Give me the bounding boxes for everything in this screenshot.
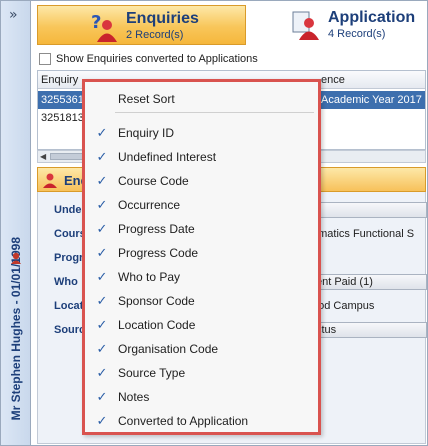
check-icon: ✓ (96, 389, 108, 405)
menu-item-course-code[interactable]: ✓ Course Code (85, 169, 318, 193)
menu-item-converted-to-application[interactable]: ✓ Converted to Application (85, 409, 318, 433)
source-field[interactable]: ctus (312, 322, 427, 338)
field-label-source: Sourc (54, 324, 86, 336)
application-title: Application (328, 9, 416, 26)
menu-item-label: Notes (118, 390, 150, 404)
check-icon: ✓ (96, 125, 108, 141)
location-value: ood Campus (312, 300, 375, 312)
menu-item-label: Undefined Interest (118, 150, 217, 164)
application-count: 4 Record(s) (328, 28, 386, 40)
svg-text:?: ? (91, 12, 101, 33)
show-converted-checkbox[interactable] (39, 53, 51, 65)
menu-item-location-code[interactable]: ✓ Location Code (85, 313, 318, 337)
menu-separator (115, 112, 314, 113)
who-to-pay-field[interactable]: ent Paid (1) (312, 274, 427, 290)
menu-item-organisation-code[interactable]: ✓ Organisation Code (85, 337, 318, 361)
field-label-progress: Progr (54, 252, 84, 264)
expand-chevron-icon[interactable]: » (9, 7, 18, 23)
menu-item-source-type[interactable]: ✓ Source Type (85, 361, 318, 385)
menu-item-reset-sort[interactable]: Reset Sort (85, 87, 318, 111)
undefined-interest-field[interactable] (312, 202, 427, 218)
cell-occurrence: Academic Year 2017 (321, 94, 422, 106)
person-pin-icon (11, 252, 21, 264)
column-chooser-menu: Reset Sort ✓ Enquiry ID ✓ Undefined Inte… (82, 79, 321, 435)
menu-item-who-to-pay[interactable]: ✓ Who to Pay (85, 265, 318, 289)
enquiries-title: Enquiries (126, 10, 199, 27)
menu-item-undefined-interest[interactable]: ✓ Undefined Interest (85, 145, 318, 169)
check-icon: ✓ (96, 221, 108, 237)
cell-enquiry-id: 3251813 (41, 112, 84, 124)
scroll-left-arrow-icon[interactable]: ◀ (40, 152, 46, 161)
check-icon: ✓ (96, 149, 108, 165)
menu-item-label: Occurrence (118, 198, 181, 212)
menu-item-label: Reset Sort (118, 92, 175, 106)
show-converted-label: Show Enquiries converted to Applications (56, 53, 258, 65)
field-label-course: Cours (54, 228, 86, 240)
menu-item-sponsor-code[interactable]: ✓ Sponsor Code (85, 289, 318, 313)
menu-item-occurrence[interactable]: ✓ Occurrence (85, 193, 318, 217)
record-side-strip: » Mr Stephen Hughes - 01/01/1998 (1, 1, 31, 445)
menu-item-label: Organisation Code (118, 342, 219, 356)
menu-item-label: Enquiry ID (118, 126, 175, 140)
check-icon: ✓ (96, 413, 108, 429)
enquiries-count: 2 Record(s) (126, 29, 184, 41)
menu-item-label: Sponsor Code (118, 294, 195, 308)
menu-item-label: Source Type (118, 366, 186, 380)
check-icon: ✓ (96, 269, 108, 285)
menu-item-label: Who to Pay (118, 270, 181, 284)
menu-item-progress-date[interactable]: ✓ Progress Date (85, 217, 318, 241)
question-person-icon: ? (91, 12, 117, 42)
enquiries-tile[interactable]: ? Enquiries 2 Record(s) (37, 5, 246, 45)
enquiry-person-icon (43, 173, 57, 188)
check-icon: ✓ (96, 341, 108, 357)
column-header-enquiry[interactable]: Enquiry (41, 74, 78, 86)
menu-item-progress-code[interactable]: ✓ Progress Code (85, 241, 318, 265)
menu-item-label: Progress Code (118, 246, 199, 260)
check-icon: ✓ (96, 173, 108, 189)
field-label-location: Locat (54, 300, 84, 312)
field-label-undefined-interest: Unde (54, 204, 82, 216)
menu-item-label: Course Code (118, 174, 189, 188)
menu-item-label: Location Code (118, 318, 196, 332)
check-icon: ✓ (96, 365, 108, 381)
application-tile[interactable]: Application 4 Record(s) (252, 5, 426, 45)
column-header-occurrence[interactable]: ence (321, 74, 345, 86)
check-icon: ✓ (96, 245, 108, 261)
person-icon (292, 11, 319, 40)
menu-item-label: Progress Date (118, 222, 195, 236)
course-value: ematics Functional S (312, 228, 415, 240)
check-icon: ✓ (96, 293, 108, 309)
show-converted-row[interactable]: Show Enquiries converted to Applications (39, 51, 258, 67)
check-icon: ✓ (96, 197, 108, 213)
cell-enquiry-id: 3255361 (41, 94, 84, 106)
field-label-who-to-pay: Who (54, 276, 78, 288)
menu-item-label: Converted to Application (118, 414, 249, 428)
check-icon: ✓ (96, 317, 108, 333)
menu-item-notes[interactable]: ✓ Notes (85, 385, 318, 409)
scroll-thumb[interactable] (50, 153, 84, 160)
menu-item-enquiry-id[interactable]: ✓ Enquiry ID (85, 121, 318, 145)
